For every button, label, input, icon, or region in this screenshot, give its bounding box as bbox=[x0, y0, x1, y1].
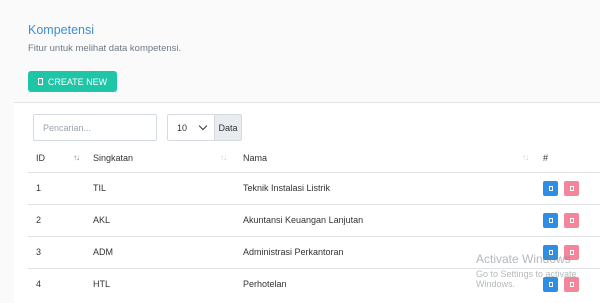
edit-icon bbox=[548, 185, 553, 191]
cell-singkatan: ADM bbox=[93, 247, 113, 257]
column-header-singkatan[interactable]: Singkatan ↑↓ bbox=[93, 145, 243, 172]
edit-icon bbox=[548, 217, 553, 223]
chevron-down-icon bbox=[198, 121, 208, 131]
table-row: 1 TIL Teknik Instalasi Listrik bbox=[28, 172, 600, 204]
table-header-row: ID ↑↓ Singkatan ↑↓ Nama ↑↓ # bbox=[28, 145, 600, 172]
create-new-button[interactable]: CREATE NEW bbox=[28, 71, 117, 92]
edit-button[interactable] bbox=[543, 212, 558, 228]
cell-singkatan: AKL bbox=[93, 215, 111, 225]
add-icon bbox=[37, 78, 43, 85]
cell-nama: Akuntansi Keuangan Lanjutan bbox=[243, 215, 364, 225]
cell-id: 1 bbox=[36, 183, 42, 193]
cell-id: 3 bbox=[36, 247, 42, 257]
column-header-nama-label: Nama bbox=[243, 153, 268, 164]
page-length-addon: Data bbox=[214, 114, 242, 141]
watermark-subtitle: Go to Settings to activate Windows. bbox=[476, 269, 577, 289]
sort-icon: ↑↓ bbox=[522, 153, 529, 163]
activate-windows-watermark: Activate Windows Go to Settings to activ… bbox=[476, 252, 600, 289]
delete-button[interactable] bbox=[564, 212, 579, 228]
column-header-actions: # bbox=[543, 153, 549, 164]
delete-button[interactable] bbox=[564, 180, 579, 196]
sort-asc-icon: ↑↓ bbox=[73, 153, 80, 163]
cell-id: 4 bbox=[36, 279, 42, 290]
cell-nama: Teknik Instalasi Listrik bbox=[243, 183, 331, 193]
trash-icon bbox=[569, 185, 574, 191]
table-row: 2 AKL Akuntansi Keuangan Lanjutan bbox=[28, 204, 600, 236]
page-length-group: 10 Data bbox=[167, 114, 242, 141]
column-header-singkatan-label: Singkatan bbox=[93, 153, 134, 164]
edit-button[interactable] bbox=[543, 180, 558, 196]
page-length-select[interactable]: 10 bbox=[167, 114, 214, 141]
search-input[interactable] bbox=[33, 114, 157, 141]
page-title: Kompetensi bbox=[28, 23, 95, 37]
column-header-id[interactable]: ID ↑↓ bbox=[28, 145, 93, 172]
cell-id: 2 bbox=[36, 215, 42, 225]
sort-icon: ↑↓ bbox=[220, 153, 227, 163]
create-new-label: CREATE NEW bbox=[47, 76, 108, 87]
page-subtitle: Fitur untuk melihat data kompetensi. bbox=[28, 43, 182, 54]
page-length-value: 10 bbox=[177, 122, 188, 133]
trash-icon bbox=[569, 217, 574, 223]
column-header-id-label: ID bbox=[36, 153, 45, 164]
cell-singkatan: TIL bbox=[93, 183, 107, 193]
cell-singkatan: HTL bbox=[93, 279, 111, 290]
column-header-nama[interactable]: Nama ↑↓ bbox=[243, 145, 543, 172]
watermark-title: Activate Windows bbox=[476, 252, 571, 266]
